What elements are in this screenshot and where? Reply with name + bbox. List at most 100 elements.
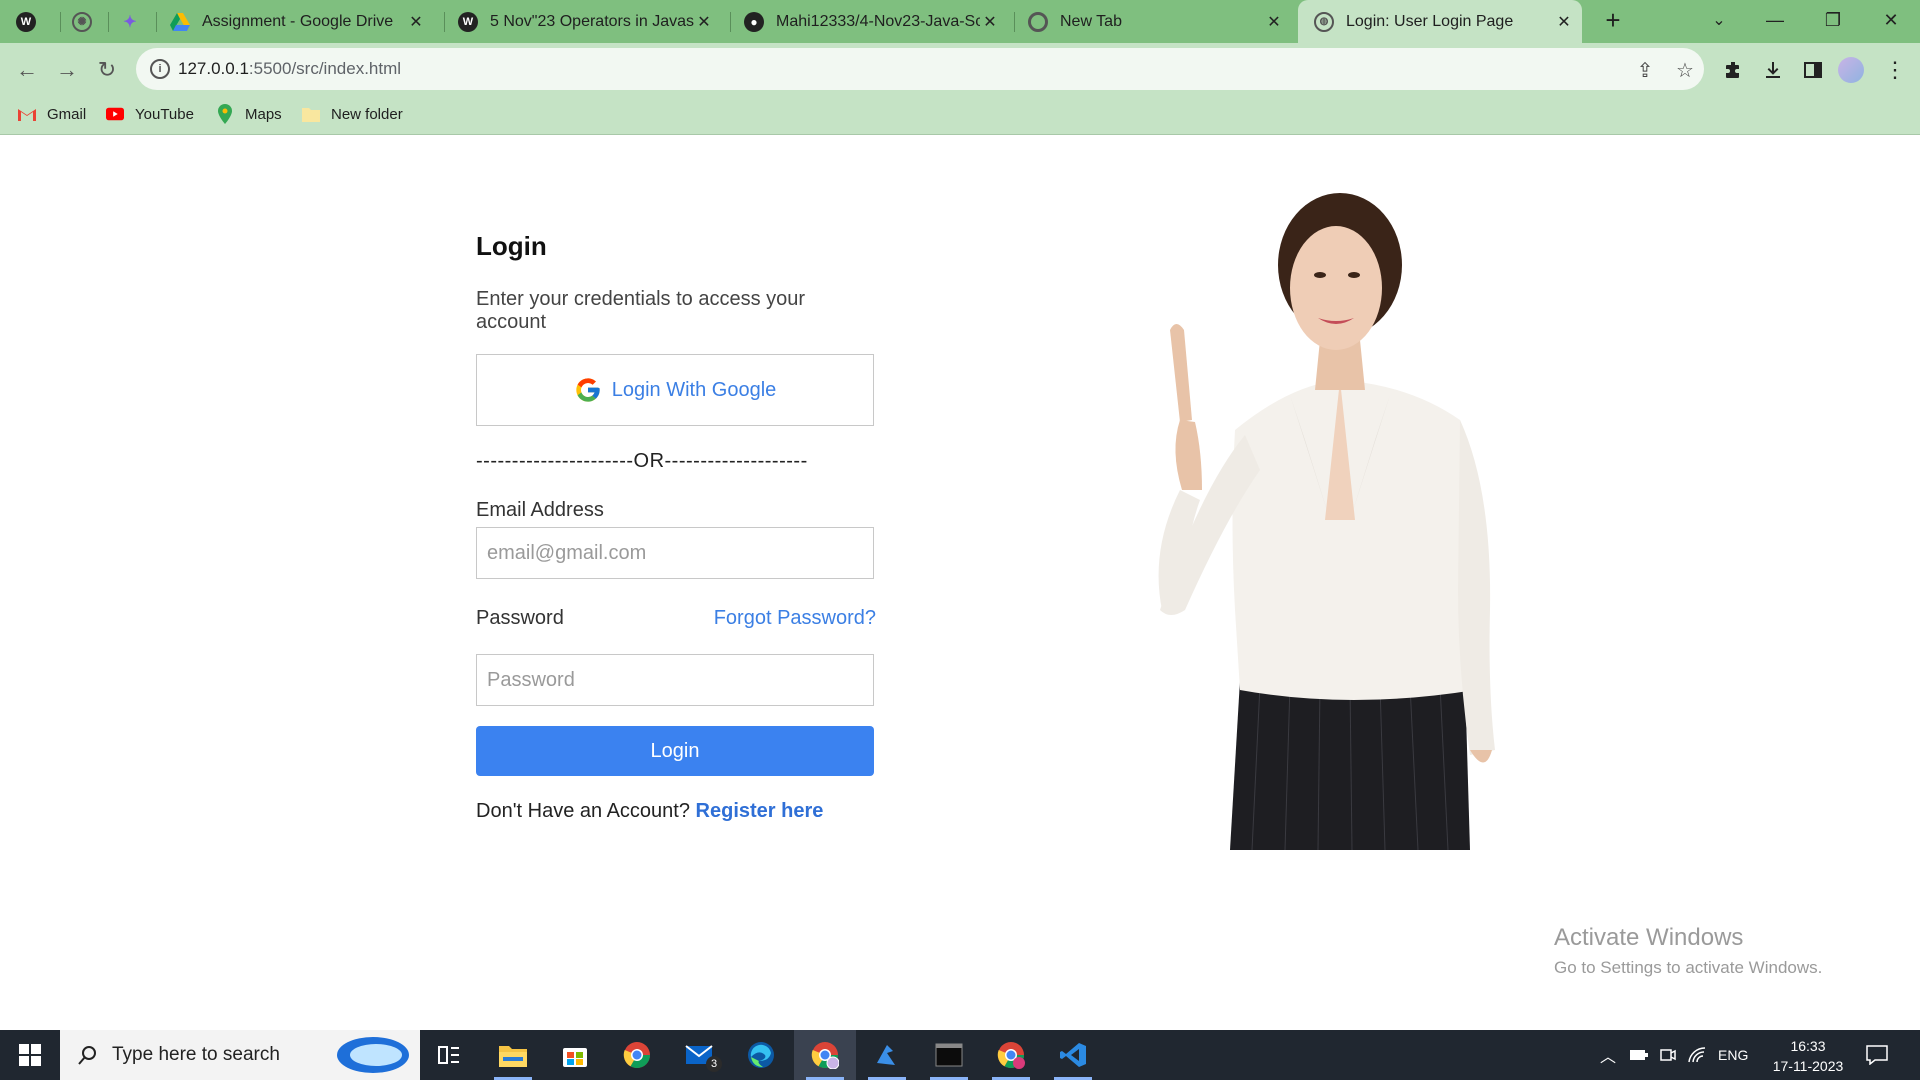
mail-badge: 3 [706, 1056, 722, 1072]
tab-operators-js[interactable]: W 5 Nov"23 Operators in Javascri ✕ [458, 0, 722, 43]
show-hidden-icons-chevron-icon[interactable]: ︿ [1600, 1043, 1616, 1067]
password-label: Password [476, 607, 564, 629]
email-field[interactable] [476, 527, 874, 579]
close-window-button[interactable]: ✕ [1868, 0, 1914, 40]
close-tab-icon[interactable]: ✕ [980, 12, 1000, 32]
globe-icon: ◍ [1314, 11, 1334, 32]
clock-date: 17-11-2023 [1772, 1058, 1844, 1074]
url-text[interactable]: 127.0.0.1:5500/src/index.html [178, 59, 401, 79]
browser-toolbar: ← → ↻ i 127.0.0.1:5500/src/index.html ⇪ … [0, 43, 1920, 96]
vscode-icon[interactable] [1044, 1030, 1102, 1080]
hero-woman-image [1158, 193, 1495, 850]
sparkle-icon: ✦ [123, 13, 137, 31]
register-prompt: Don't Have an Account? Register here [476, 800, 824, 822]
battery-icon[interactable] [1630, 1049, 1649, 1061]
tab-title: 5 Nov"23 Operators in Javascri [490, 12, 694, 30]
notification-center-icon[interactable] [1866, 1030, 1888, 1080]
clock-time: 16:33 [1790, 1038, 1826, 1054]
tab-google-drive[interactable]: Assignment - Google Drive ✕ [170, 0, 434, 43]
tab-openai[interactable]: ✺ [72, 0, 122, 43]
register-link[interactable]: Register here [696, 800, 824, 822]
back-button[interactable]: ← [10, 53, 44, 87]
login-subtitle: Enter your credentials to access your ac… [476, 288, 806, 333]
search-icon [78, 1046, 96, 1065]
taskbar-clock[interactable]: 16:33 17-11-2023 [1770, 1036, 1846, 1076]
chrome-profile-icon[interactable] [794, 1030, 856, 1080]
taskbar-search[interactable]: Type here to search [60, 1030, 420, 1080]
login-title: Login [476, 231, 547, 261]
edge-icon[interactable] [732, 1030, 790, 1080]
windows-taskbar: Type here to search 3 ︿ ENG 16:33 17-11-… [0, 1030, 1920, 1080]
tab-sparkle[interactable]: ✦ [120, 0, 156, 43]
forgot-password-link[interactable]: Forgot Password? [714, 607, 876, 630]
gmail-icon [18, 105, 36, 123]
github-icon: ● [744, 11, 764, 32]
windows-logo-icon [19, 1044, 41, 1066]
tab-title: Assignment - Google Drive [202, 12, 394, 30]
or-divider: ----------------------OR----------------… [476, 450, 808, 472]
close-tab-icon[interactable]: ✕ [406, 12, 426, 32]
download-icon[interactable] [1758, 55, 1788, 85]
tab-new-tab[interactable]: New Tab ✕ [1028, 0, 1292, 43]
chrome-profile-m-icon[interactable] [982, 1030, 1040, 1080]
task-view-icon[interactable] [420, 1030, 478, 1080]
tab-title: Mahi12333/4-Nov23-Java-Scri [776, 12, 980, 30]
address-bar[interactable]: i 127.0.0.1:5500/src/index.html ⇪ ☆ [136, 48, 1704, 90]
wifi-icon[interactable] [1688, 1047, 1706, 1063]
login-with-google-button[interactable]: Login With Google [476, 354, 874, 426]
tab-github[interactable]: ● Mahi12333/4-Nov23-Java-Scri ✕ [744, 0, 1008, 43]
folder-icon [302, 105, 320, 123]
microsoft-store-icon[interactable] [546, 1030, 604, 1080]
reload-button[interactable]: ↻ [90, 53, 124, 87]
maps-icon [216, 104, 234, 124]
youtube-icon [106, 105, 124, 123]
bookmark-new-folder[interactable]: New folder [302, 105, 403, 123]
close-tab-icon[interactable]: ✕ [1264, 12, 1284, 32]
side-panel-icon[interactable] [1798, 55, 1828, 85]
close-tab-icon[interactable]: ✕ [694, 12, 714, 32]
chrome-icon [1028, 11, 1048, 32]
menu-kebab-icon[interactable]: ⋮ [1880, 55, 1910, 85]
language-indicator[interactable]: ENG [1718, 1047, 1748, 1063]
bookmark-gmail[interactable]: Gmail [18, 105, 86, 123]
email-label: Email Address [476, 499, 604, 521]
bookmark-youtube[interactable]: YouTube [106, 105, 194, 123]
close-tab-icon[interactable]: ✕ [1554, 12, 1574, 32]
mail-icon[interactable]: 3 [670, 1030, 728, 1080]
share-icon[interactable]: ⇪ [1632, 57, 1658, 83]
tab-strip: W ✺ ✦ Assignment - Google Drive ✕ W 5 No… [0, 0, 1920, 43]
new-tab-button[interactable]: + [1598, 6, 1628, 36]
wordpress-icon: W [458, 11, 478, 32]
tab-title: New Tab [1060, 12, 1122, 30]
system-tray: ︿ ENG [1600, 1030, 1748, 1080]
file-explorer-icon[interactable] [484, 1030, 542, 1080]
password-field[interactable] [476, 654, 874, 706]
chrome-icon[interactable] [608, 1030, 666, 1080]
tab-search-button[interactable]: ⌄ [1696, 0, 1742, 40]
forward-button[interactable]: → [50, 53, 84, 87]
google-drive-icon [170, 12, 190, 32]
wordpress-icon: W [16, 11, 36, 32]
openai-icon: ✺ [72, 11, 92, 32]
bing-search-highlight-icon[interactable] [336, 1035, 410, 1075]
migrate-icon[interactable] [858, 1030, 916, 1080]
profile-avatar[interactable] [1838, 57, 1864, 83]
extensions-icon[interactable] [1718, 55, 1748, 85]
bookmarks-bar: Gmail YouTube Maps New folder [0, 96, 1920, 135]
bookmark-star-icon[interactable]: ☆ [1672, 57, 1698, 83]
tab-title: Login: User Login Page [1346, 12, 1514, 30]
terminal-icon[interactable] [920, 1030, 978, 1080]
minimize-button[interactable]: — [1752, 0, 1798, 40]
restore-button[interactable]: ❐ [1810, 0, 1856, 40]
password-row: Password Forgot Password? [476, 607, 876, 630]
page-content: Login Enter your credentials to access y… [0, 135, 1920, 1030]
login-button[interactable]: Login [476, 726, 874, 776]
meet-now-icon[interactable] [1660, 1047, 1676, 1063]
google-icon [574, 376, 602, 404]
start-button[interactable] [0, 1030, 60, 1080]
bookmark-maps[interactable]: Maps [216, 104, 282, 124]
tab-login-page[interactable]: ◍ Login: User Login Page ✕ [1298, 0, 1582, 43]
google-button-label: Login With Google [611, 378, 777, 401]
site-info-icon[interactable]: i [150, 59, 170, 79]
login-form: Login Enter your credentials to access y… [476, 231, 876, 823]
